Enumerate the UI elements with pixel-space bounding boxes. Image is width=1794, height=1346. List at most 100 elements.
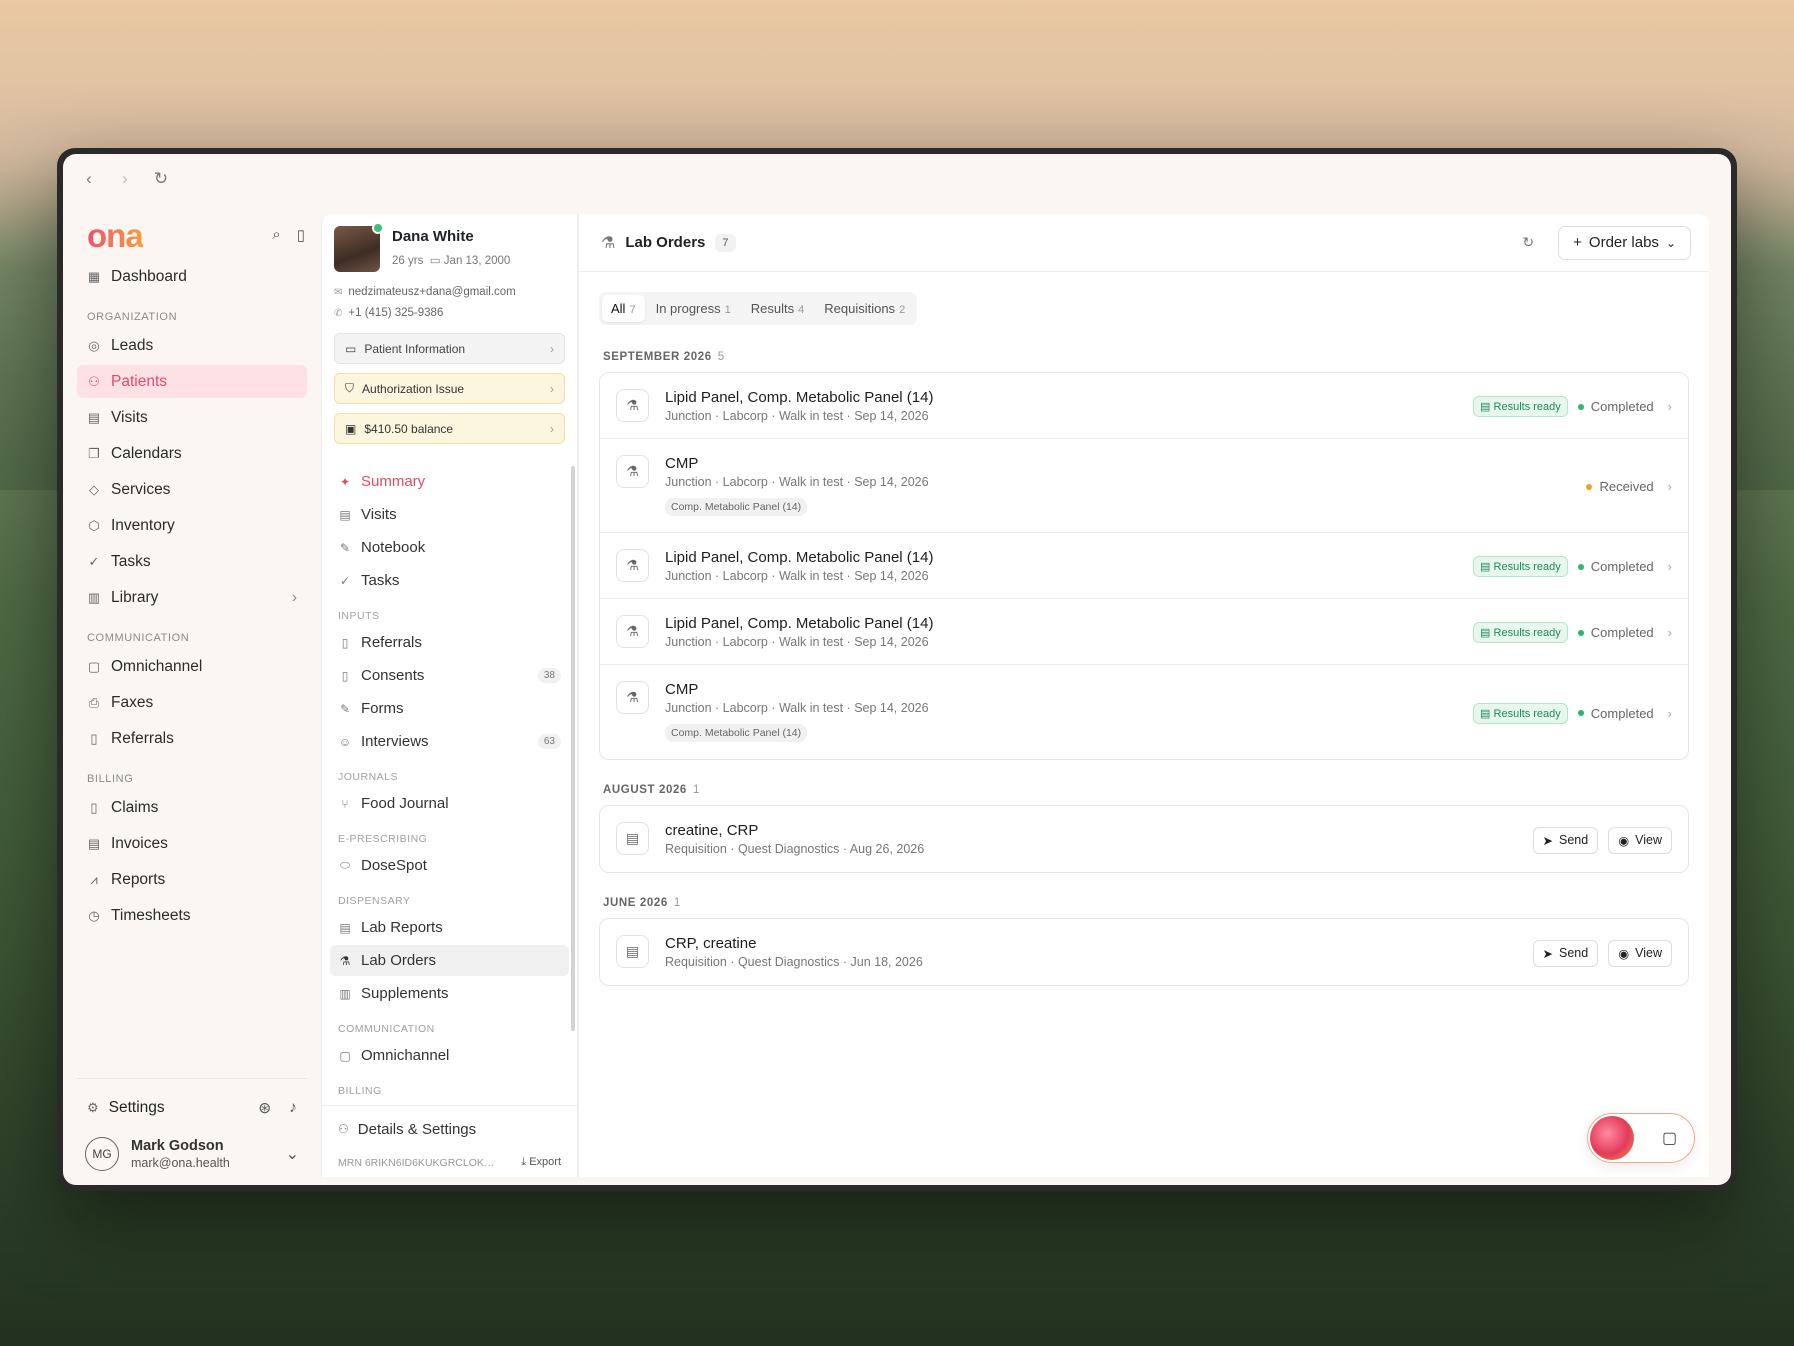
count-badge: 38	[537, 668, 561, 683]
menu-item-lab-reports[interactable]: ▤ Lab Reports	[330, 912, 569, 943]
back-icon[interactable]: ‹	[81, 169, 97, 189]
menu-item-visits[interactable]: ▤ Visits	[330, 499, 569, 530]
document-icon: ▯	[90, 799, 98, 815]
forward-icon[interactable]: ›	[117, 169, 133, 189]
menu-item-food-journal[interactable]: ⑂ Food Journal	[330, 788, 569, 819]
menu-item-interviews[interactable]: ☺ Interviews 63	[330, 726, 569, 757]
scrollbar[interactable]	[571, 466, 575, 1031]
results-ready-badge: ▤ Results ready	[1473, 622, 1568, 643]
export-button[interactable]: ⤓ Export	[521, 1156, 561, 1169]
mrn-label: MRN 6RIKN6ID6KUKGRCLOK…	[338, 1156, 495, 1169]
tab-in-progress[interactable]: In progress 1	[647, 295, 740, 322]
sidebar-item-claims[interactable]: ▯ Claims	[77, 791, 307, 824]
menu-item-consents[interactable]: ▯ Consents 38	[330, 660, 569, 691]
sidebar-item-inventory[interactable]: ⬡ Inventory	[77, 509, 307, 542]
target-icon: ◎	[88, 337, 100, 353]
sidebar-item-patients[interactable]: ⚇ Patients	[77, 365, 307, 398]
settings-item[interactable]: ⚙ Settings ⊛ ♪	[77, 1091, 307, 1125]
invoice-icon: ▤	[87, 835, 101, 851]
chevron-right-icon: ›	[550, 341, 554, 356]
menu-item-notebook[interactable]: ✎ Notebook	[330, 532, 569, 563]
list-item[interactable]: ⚗ CMP Junction · Labcorp · Walk in test ·…	[600, 665, 1688, 759]
chevron-right-icon: ›	[1667, 625, 1672, 640]
download-icon: ⤓	[521, 1156, 527, 1168]
logo: ona	[87, 216, 144, 254]
tab-all[interactable]: All 7	[602, 295, 645, 322]
form-icon: ✎	[339, 701, 351, 716]
results-ready-badge: ▤ Results ready	[1473, 556, 1568, 577]
status-badge: Completed	[1577, 399, 1654, 414]
user-name: Mark Godson	[131, 1138, 224, 1154]
menu-item-summary[interactable]: ✦ Summary	[330, 466, 569, 497]
balance-button[interactable]: ▣ $410.50 balance ›	[334, 413, 565, 444]
view-button[interactable]: ◉ View	[1608, 939, 1672, 967]
chevron-right-icon: ›	[550, 381, 554, 396]
document-icon: ▤	[616, 935, 649, 968]
flask-icon: ⚗	[616, 615, 649, 648]
document-icon: ▯	[341, 635, 349, 650]
filter-tabs: All 7 In progress 1 Results 4 Requisitions 2	[599, 292, 918, 325]
menu-item-lab-orders[interactable]: ⚗ Lab Orders	[330, 945, 569, 976]
section-label: DISPENSARY	[338, 895, 411, 907]
box-icon: ⬡	[88, 517, 100, 533]
list-item[interactable]: ⚗ Lipid Panel, Comp. Metabolic Panel (14…	[600, 599, 1688, 665]
search-icon[interactable]: ⌕	[272, 226, 280, 244]
menu-item-forms[interactable]: ✎ Forms	[330, 693, 569, 724]
details-settings-item[interactable]: ⚇ Details & Settings	[338, 1116, 561, 1142]
sidebar-item-dashboard[interactable]: ▦ Dashboard	[77, 260, 307, 293]
tab-results[interactable]: Results 4	[742, 295, 813, 322]
menu-item-omnichannel[interactable]: ▢ Omnichannel	[330, 1040, 569, 1071]
tab-requisitions[interactable]: Requisitions 2	[815, 295, 914, 322]
sidebar-item-faxes[interactable]: ⎙ Faxes	[77, 686, 307, 719]
list-item[interactable]: ▤ CRP, creatine Requisition · Quest Diagn…	[600, 919, 1688, 985]
sidebar-item-visits[interactable]: ▤ Visits	[77, 401, 307, 434]
list-item[interactable]: ▤ creatine, CRP Requisition · Quest Diagn…	[600, 806, 1688, 872]
sidebar-item-invoices[interactable]: ▤ Invoices	[77, 827, 307, 860]
sidebar-item-leads[interactable]: ◎ Leads	[77, 329, 307, 362]
assistant-orb-icon[interactable]	[1590, 1116, 1634, 1160]
sidebar-item-referrals[interactable]: ▯ Referrals	[77, 722, 307, 755]
sidebar-item-calendars[interactable]: ❐ Calendars	[77, 437, 307, 470]
wallet-icon: ▣	[345, 421, 357, 436]
send-button[interactable]: ➤ Send	[1532, 939, 1599, 967]
list-item[interactable]: ⚗ Lipid Panel, Comp. Metabolic Panel (14…	[600, 533, 1688, 599]
list-item[interactable]: ⚗ CMP Junction · Labcorp · Walk in test ·…	[600, 439, 1688, 533]
patient-phone[interactable]: +1 (415) 325-9386	[348, 307, 443, 319]
assistant-widget[interactable]: ▢	[1587, 1113, 1695, 1163]
file-icon: ▤	[1480, 707, 1491, 720]
menu-item-dosespot[interactable]: ⬭ DoseSpot	[330, 850, 569, 881]
patient-information-button[interactable]: ▭ Patient Information ›	[334, 333, 565, 364]
sidebar-toggle-icon[interactable]: ▯	[297, 226, 305, 244]
order-labs-button[interactable]: + Order labs ⌄	[1558, 225, 1691, 260]
menu-item-referrals[interactable]: ▯ Referrals	[330, 627, 569, 658]
chat-icon: ▢	[339, 1048, 351, 1063]
bottle-icon: ▥	[339, 986, 351, 1001]
sidebar-item-omnichannel[interactable]: ▢ Omnichannel	[77, 650, 307, 683]
refresh-icon[interactable]: ↻	[1522, 234, 1534, 251]
sidebar-item-services[interactable]: ◇ Services	[77, 473, 307, 506]
help-icon[interactable]: ⊛	[258, 1099, 271, 1118]
section-label: ORGANIZATION	[87, 311, 178, 323]
user-menu[interactable]: MG Mark Godson mark@ona.health ⌄	[77, 1125, 307, 1171]
sidebar-item-reports[interactable]: ⩘ Reports	[77, 863, 307, 896]
flask-icon: ⚗	[601, 234, 616, 252]
section-label: BILLING	[338, 1085, 382, 1097]
patient-email[interactable]: nedzimateusz+dana@gmail.com	[348, 286, 515, 298]
sidebar-item-timesheets[interactable]: ◷ Timesheets	[77, 899, 307, 932]
bell-icon[interactable]: ♪	[289, 1099, 297, 1118]
reload-icon[interactable]: ↻	[153, 169, 169, 189]
authorization-issue-button[interactable]: ⛉ Authorization Issue ›	[334, 373, 565, 404]
send-button[interactable]: ➤ Send	[1532, 826, 1599, 854]
online-indicator	[372, 222, 384, 234]
sidebar-item-tasks[interactable]: ✓ Tasks	[77, 545, 307, 578]
flask-icon: ⚗	[616, 549, 649, 582]
printer-icon: ⎙	[88, 694, 100, 710]
file-icon: ▤	[1480, 561, 1491, 573]
menu-item-tasks[interactable]: ✓ Tasks	[330, 565, 569, 596]
sidebar-item-library[interactable]: ▥ Library ›	[77, 581, 307, 614]
view-button[interactable]: ◉ View	[1608, 826, 1672, 854]
chat-icon[interactable]: ▢	[1662, 1128, 1677, 1148]
clock-icon: ◷	[88, 907, 100, 923]
menu-item-supplements[interactable]: ▥ Supplements	[330, 978, 569, 1009]
list-item[interactable]: ⚗ Lipid Panel, Comp. Metabolic Panel (14…	[600, 373, 1688, 439]
